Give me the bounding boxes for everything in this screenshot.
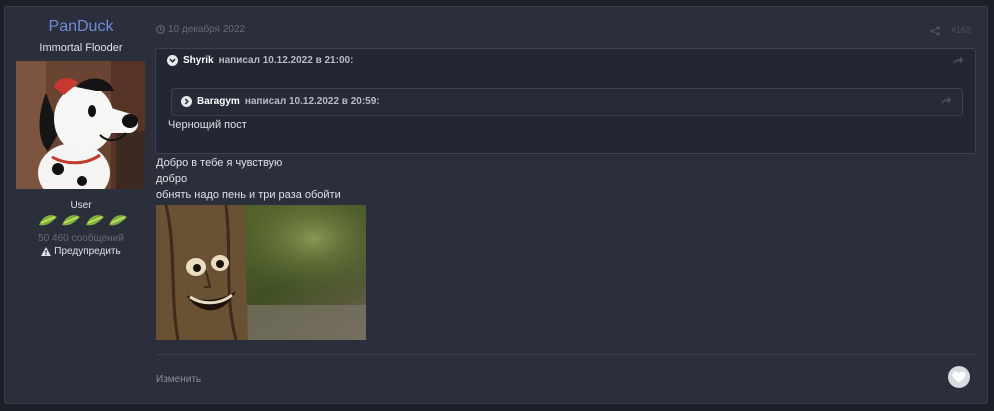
quote-meta: написал 10.12.2022 в 21:00: <box>218 55 354 66</box>
post-text-line: обнять надо пень и три раза обойти <box>156 189 341 201</box>
reply-arrow-icon[interactable] <box>940 96 952 106</box>
cucumber-badge-icon <box>108 215 127 226</box>
nested-quote-block: Baragym написал 10.12.2022 в 20:59: <box>171 88 963 116</box>
forum-post: PanDuck Immortal Flooder User 50 460 соо… <box>4 6 988 404</box>
clock-icon <box>156 25 165 34</box>
quote-block: Shyrik написал 10.12.2022 в 21:00: Barag… <box>155 48 976 154</box>
author-name[interactable]: PanDuck <box>5 18 157 36</box>
nested-quote-author[interactable]: Baragym <box>197 96 240 107</box>
nested-quote-header[interactable]: Baragym написал 10.12.2022 в 20:59: <box>181 96 380 107</box>
author-group: User <box>70 200 92 211</box>
nested-quote-meta: написал 10.12.2022 в 20:59: <box>244 96 380 107</box>
author-post-count: 50 460 сообщений <box>38 233 124 244</box>
chevron-right-icon[interactable] <box>181 96 192 107</box>
quote-text: Чернощий пост <box>168 119 247 131</box>
chevron-down-icon[interactable] <box>167 55 178 66</box>
edit-link[interactable]: Изменить <box>156 374 201 385</box>
warning-icon <box>41 247 52 256</box>
avatar[interactable] <box>16 61 145 189</box>
heart-icon <box>952 371 966 383</box>
post-text-line: Добро в тебе я чувствую <box>156 157 283 169</box>
post-number[interactable]: #163 <box>951 25 971 35</box>
post-image[interactable] <box>156 205 366 340</box>
cucumber-badge-icon <box>62 215 81 226</box>
reply-arrow-icon[interactable] <box>952 56 964 66</box>
post-date[interactable]: 10 декабря 2022 <box>156 24 245 35</box>
warn-label: Предупредить <box>54 246 121 257</box>
post-text-line: добро <box>156 173 188 185</box>
warn-button[interactable]: Предупредить <box>5 246 157 257</box>
cucumber-badge-icon <box>85 215 104 226</box>
quote-header[interactable]: Shyrik написал 10.12.2022 в 21:00: <box>167 55 353 66</box>
cucumber-badge-icon <box>39 215 57 226</box>
divider <box>156 354 976 355</box>
like-button[interactable] <box>948 366 970 388</box>
share-icon[interactable] <box>930 26 940 36</box>
rank-badges <box>37 211 129 229</box>
quote-author[interactable]: Shyrik <box>183 55 214 66</box>
author-title: Immortal Flooder <box>39 42 123 54</box>
post-date-text: 10 декабря 2022 <box>168 24 246 35</box>
